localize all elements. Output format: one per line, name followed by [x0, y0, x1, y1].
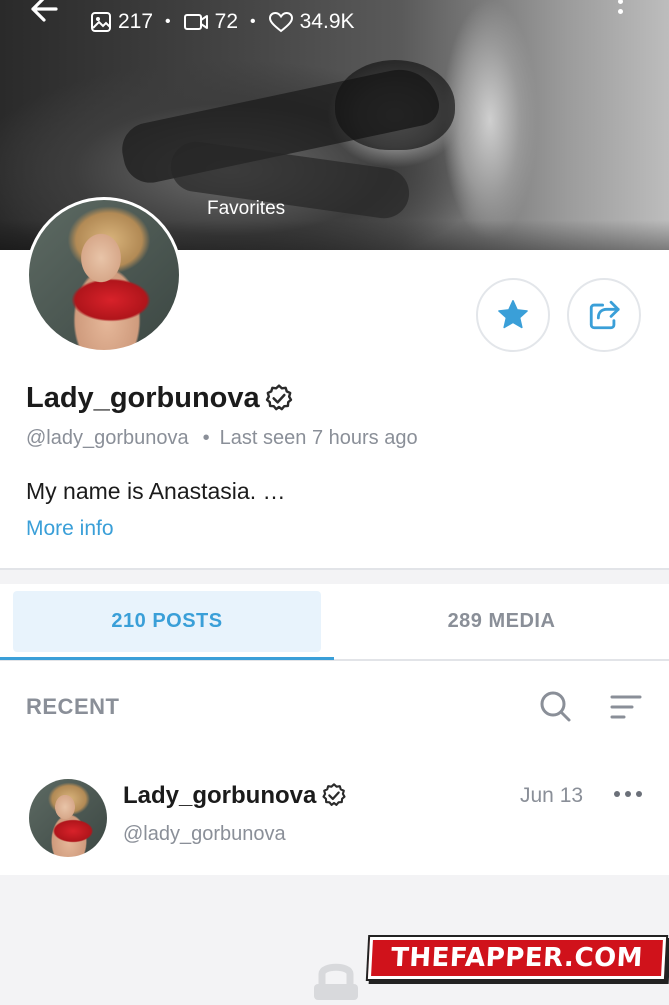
last-seen: Last seen 7 hours ago [219, 427, 418, 449]
display-name-row: Lady_gorbunova [26, 382, 295, 415]
list-item[interactable]: Lady_gorbunova @lady_gorbunova Jun 13 [0, 751, 669, 875]
section-label: RECENT [26, 694, 120, 719]
search-icon[interactable] [538, 689, 572, 728]
more-vertical-icon[interactable] [615, 0, 625, 14]
post-date: Jun 13 [520, 784, 584, 807]
stat-separator: • [165, 13, 171, 30]
image-icon [91, 12, 111, 32]
lock-icon [308, 958, 364, 1005]
videos-count: 72 [214, 10, 239, 33]
display-name: Lady_gorbunova [26, 382, 260, 414]
feed-toolbar: RECENT [0, 661, 669, 751]
star-icon [498, 300, 528, 329]
share-icon [589, 300, 620, 330]
sort-icon[interactable] [610, 693, 642, 726]
more-info-link[interactable]: More info [26, 517, 114, 541]
back-arrow-icon[interactable] [28, 0, 58, 33]
share-button[interactable] [567, 278, 641, 352]
favorite-button[interactable] [476, 278, 550, 352]
verified-icon [322, 783, 346, 806]
profile-stats: 217 • 72 • 34.9K [90, 10, 355, 34]
post-avatar[interactable] [29, 779, 107, 857]
photos-stat: 217 [90, 10, 153, 34]
favorites-label[interactable]: Favorites [207, 198, 285, 220]
post-author-handle: @lady_gorbunova [123, 823, 286, 845]
username-handle: @lady_gorbunova [26, 427, 189, 449]
tab-media[interactable]: 289 MEDIA [334, 591, 669, 652]
active-tab-indicator [0, 657, 334, 660]
dot-separator: • [202, 427, 210, 449]
verified-icon [265, 383, 292, 410]
post-author-name[interactable]: Lady_gorbunova [123, 782, 316, 810]
content-tabs: 210 POSTS 289 MEDIA [0, 584, 669, 661]
heart-icon [268, 11, 293, 33]
likes-stat: 34.9K [268, 10, 355, 34]
tab-posts[interactable]: 210 POSTS [13, 591, 321, 652]
watermark-text: THEFAPPER.COM [390, 943, 644, 973]
cover-figure-torso [335, 60, 455, 150]
top-bar: 217 • 72 • 34.9K [0, 0, 669, 50]
videos-stat: 72 [183, 10, 238, 34]
handle-row: @lady_gorbunova • Last seen 7 hours ago [26, 427, 418, 450]
watermark-logo: THEFAPPER.COM [367, 937, 667, 979]
post-author-row: Lady_gorbunova [123, 782, 348, 810]
stat-separator: • [250, 13, 256, 30]
avatar[interactable] [26, 197, 182, 353]
more-horizontal-icon[interactable] [614, 789, 642, 799]
photos-count: 217 [118, 10, 154, 33]
section-divider [0, 568, 669, 584]
likes-count: 34.9K [299, 10, 355, 33]
bio-text: My name is Anastasia. … [26, 478, 286, 504]
video-icon [183, 14, 208, 30]
